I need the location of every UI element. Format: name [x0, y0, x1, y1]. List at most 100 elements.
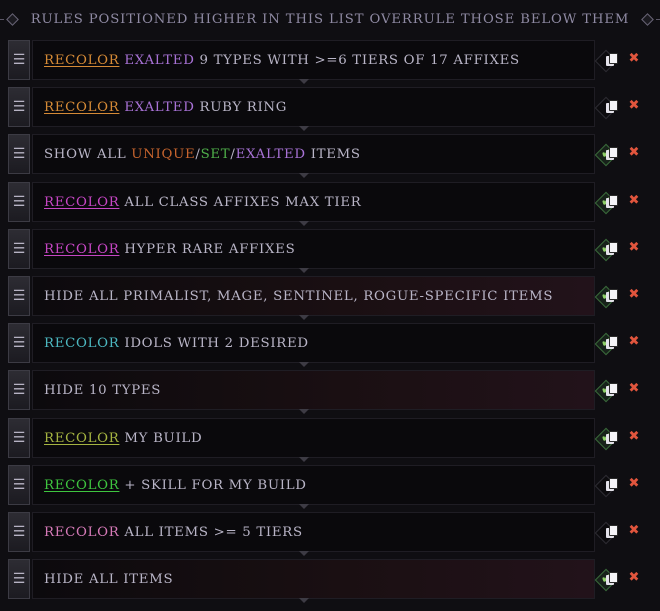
rule-row[interactable]: ☰Show all Unique/Set/Exalted items✔ ✖ — [0, 134, 660, 178]
rule-row[interactable]: ☰ Hide all Primalist, Mage, Sentinel, Rog… — [0, 276, 660, 320]
rule-row[interactable]: ☰Recolor idols with 2 desired✔ ✖ — [0, 323, 660, 367]
close-icon[interactable]: ✖ — [627, 145, 641, 161]
rule-row[interactable]: ☰ Recolor Exalted ruby ring ✖ — [0, 87, 660, 131]
rule-label: Recolor + skill for my build — [44, 478, 307, 493]
copy-icon[interactable] — [605, 147, 619, 161]
rule-keyword: Recolor — [44, 430, 120, 446]
copy-icon[interactable] — [605, 336, 619, 350]
rule-keyword: Exalted — [124, 99, 195, 115]
drag-handle-icon[interactable]: ☰ — [8, 323, 30, 363]
rule-row[interactable]: ☰Recolor all class affixes max tier✔ ✖ — [0, 182, 660, 226]
rule-text-segment: + skill for my build — [119, 477, 307, 493]
row-connector-notch — [299, 126, 309, 131]
drag-handle-icon[interactable]: ☰ — [8, 512, 30, 552]
rule-keyword: Unique — [131, 146, 196, 162]
rule-keyword: Recolor — [44, 477, 120, 493]
rule-text-segment: Hide 10 types — [44, 382, 162, 398]
close-icon[interactable]: ✖ — [627, 98, 641, 114]
rule-body[interactable]: Recolor hyper rare affixes✔ — [32, 229, 618, 269]
close-icon[interactable]: ✖ — [627, 193, 641, 209]
rule-body[interactable]: Recolor Exalted ruby ring — [32, 87, 618, 127]
rule-label: Hide 10 types — [44, 383, 161, 398]
rule-text-segment: all class affixes max tier — [119, 194, 362, 210]
rule-keyword: Exalted — [124, 52, 195, 68]
drag-handle-icon[interactable]: ☰ — [8, 370, 30, 410]
drag-handle-icon[interactable]: ☰ — [8, 229, 30, 269]
drag-handle-icon[interactable]: ☰ — [8, 182, 30, 222]
copy-icon[interactable] — [605, 100, 619, 114]
rule-text-segment: my build — [119, 430, 203, 446]
rule-body[interactable]: Hide all Primalist, Mage, Sentinel, Rogu… — [32, 276, 618, 316]
rule-row[interactable]: ☰ Recolor Exalted 9 types with >=6 tiers … — [0, 40, 660, 84]
rule-body[interactable]: Recolor all items >= 5 tiers — [32, 512, 618, 552]
rule-label: Recolor hyper rare affixes — [44, 242, 295, 257]
rule-body[interactable]: Recolor all class affixes max tier✔ — [32, 182, 618, 222]
rules-header: Rules positioned higher in this list ove… — [0, 0, 660, 38]
rule-body[interactable]: Recolor idols with 2 desired✔ — [32, 323, 618, 363]
rule-label: Show all Unique/Set/Exalted items — [44, 147, 361, 162]
close-icon[interactable]: ✖ — [627, 240, 641, 256]
rule-row[interactable]: ☰Hide 10 types✔ ✖ — [0, 370, 660, 414]
rule-label: Recolor Exalted ruby ring — [44, 100, 287, 115]
close-icon[interactable]: ✖ — [627, 429, 641, 445]
rule-row[interactable]: ☰ Recolor all items >= 5 tiers ✖ — [0, 512, 660, 556]
rule-keyword: Recolor — [44, 99, 120, 115]
rule-body[interactable]: Hide all items✔ — [32, 559, 618, 599]
drag-handle-icon[interactable]: ☰ — [8, 134, 30, 174]
rule-text-segment: idols with 2 desired — [119, 335, 309, 351]
rule-label: Hide all Primalist, Mage, Sentinel, Rogu… — [44, 289, 553, 304]
copy-icon[interactable] — [605, 478, 619, 492]
rule-row[interactable]: ☰ Recolor + skill for my build ✖ — [0, 465, 660, 509]
rules-header-title: Rules positioned higher in this list ove… — [30, 11, 630, 27]
rule-body[interactable]: Recolor Exalted 9 types with >=6 tiers o… — [32, 40, 618, 80]
rule-body[interactable]: Recolor my build✔ — [32, 418, 618, 458]
rule-keyword: Exalted — [235, 146, 306, 162]
rule-keyword: Set — [200, 146, 231, 162]
copy-icon[interactable] — [605, 289, 619, 303]
rule-row[interactable]: ☰Recolor my build✔ ✖ — [0, 418, 660, 462]
rule-label: Recolor all class affixes max tier — [44, 195, 361, 210]
drag-handle-icon[interactable]: ☰ — [8, 465, 30, 505]
rule-text-segment: all items >= 5 tiers — [119, 524, 303, 540]
close-icon[interactable]: ✖ — [627, 570, 641, 586]
rule-keyword: Recolor — [44, 52, 120, 68]
copy-icon[interactable] — [605, 242, 619, 256]
drag-handle-icon[interactable]: ☰ — [8, 559, 30, 599]
close-icon[interactable]: ✖ — [627, 51, 641, 67]
close-icon[interactable]: ✖ — [627, 334, 641, 350]
rule-body[interactable]: Recolor + skill for my build — [32, 465, 618, 505]
row-connector-notch — [299, 173, 309, 178]
rule-label: Recolor Exalted 9 types with >=6 tiers o… — [44, 53, 520, 68]
rule-label: Hide all items — [44, 572, 173, 587]
rule-row[interactable]: ☰Recolor hyper rare affixes✔ ✖ — [0, 229, 660, 273]
copy-icon[interactable] — [605, 525, 619, 539]
rule-keyword: Recolor — [44, 335, 120, 351]
copy-icon[interactable] — [605, 383, 619, 397]
copy-icon[interactable] — [605, 53, 619, 67]
loot-filter-rules-panel: Rules positioned higher in this list ove… — [0, 0, 660, 611]
copy-icon[interactable] — [605, 195, 619, 209]
rule-row[interactable]: ☰Hide all items✔ ✖ — [0, 559, 660, 603]
header-ornament-left-icon — [0, 12, 21, 26]
rule-text-segment: items — [305, 146, 361, 162]
drag-handle-icon[interactable]: ☰ — [8, 418, 30, 458]
row-connector-notch — [299, 362, 309, 367]
drag-handle-icon[interactable]: ☰ — [8, 87, 30, 127]
drag-handle-icon[interactable]: ☰ — [8, 276, 30, 316]
rule-keyword: Recolor — [44, 241, 120, 257]
row-connector-notch — [299, 409, 309, 414]
row-connector-notch — [299, 268, 309, 273]
copy-icon[interactable] — [605, 572, 619, 586]
close-icon[interactable]: ✖ — [627, 523, 641, 539]
close-icon[interactable]: ✖ — [627, 476, 641, 492]
rule-body[interactable]: Show all Unique/Set/Exalted items✔ — [32, 134, 618, 174]
close-icon[interactable]: ✖ — [627, 381, 641, 397]
row-connector-notch — [299, 315, 309, 320]
drag-handle-icon[interactable]: ☰ — [8, 40, 30, 80]
rule-label: Recolor idols with 2 desired — [44, 336, 309, 351]
rule-body[interactable]: Hide 10 types✔ — [32, 370, 618, 410]
close-icon[interactable]: ✖ — [627, 287, 641, 303]
rule-text-segment: Hide all Primalist, Mage, Sentinel, Rogu… — [44, 288, 554, 304]
copy-icon[interactable] — [605, 431, 619, 445]
rule-label: Recolor all items >= 5 tiers — [44, 525, 303, 540]
